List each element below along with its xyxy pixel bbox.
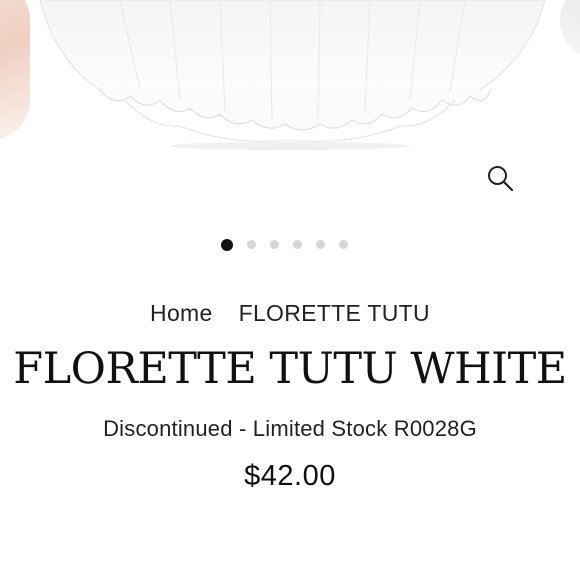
product-price: $42.00 [244, 460, 336, 492]
zoom-button[interactable] [484, 162, 516, 194]
breadcrumb-current-link[interactable]: FLORETTE TUTU [239, 300, 430, 326]
tutu-illustration [39, 0, 546, 150]
magnifier-icon [488, 166, 514, 192]
product-image-carousel[interactable] [0, 0, 580, 232]
product-image[interactable] [30, 0, 550, 150]
carousel-dot-4[interactable] [292, 240, 302, 249]
carousel-dot-6[interactable] [338, 240, 348, 249]
carousel-pagination [0, 238, 574, 251]
product-title: FLORETTE TUTU WHITE [13, 344, 567, 394]
carousel-dot-1[interactable] [220, 238, 233, 251]
product-page: Home FLORETTE TUTU FLORETTE TUTU WHITE Di… [0, 0, 580, 580]
breadcrumb: Home FLORETTE TUTU [0, 300, 580, 327]
carousel-dot-5[interactable] [315, 240, 325, 249]
breadcrumb-home-link[interactable]: Home [150, 300, 213, 326]
previous-slide-peek[interactable] [0, 0, 30, 140]
carousel-dot-3[interactable] [269, 240, 279, 249]
product-subtitle: Discontinued - Limited Stock R0028G [103, 416, 477, 441]
carousel-dot-2[interactable] [246, 240, 256, 249]
next-slide-peek[interactable] [560, 0, 580, 60]
